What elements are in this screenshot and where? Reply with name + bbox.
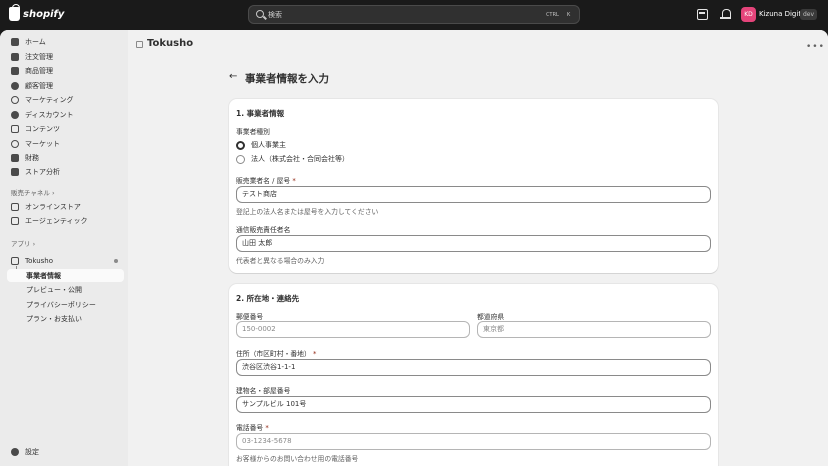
sidebar-item-label: オンラインストア <box>25 203 81 211</box>
manager-label: 通信販売責任者名 <box>236 226 291 234</box>
bank-icon <box>11 154 19 162</box>
business-type-label: 事業者種別 <box>236 128 270 136</box>
postal-input[interactable]: 150-0002 <box>236 321 470 338</box>
sidebar-item-analytics[interactable]: ストア分析 <box>7 165 124 179</box>
more-horizontal-icon[interactable]: ••• <box>806 42 825 52</box>
section-title: 1. 事業者情報 <box>236 109 285 118</box>
analytics-icon <box>11 168 19 176</box>
shopify-logo[interactable]: shopify <box>9 4 65 21</box>
gear-icon <box>11 448 19 456</box>
radio-unchecked-icon[interactable] <box>236 154 245 164</box>
sidebar-item-label: マーケット <box>25 140 60 148</box>
brand-name: shopify <box>23 8 65 20</box>
seller-name-help: 登記上の法人名または屋号を入力してください <box>236 208 379 216</box>
home-icon <box>11 38 19 46</box>
sidebar-item-label: コンテンツ <box>25 125 60 133</box>
sidebar-item-products[interactable]: 商品管理 <box>7 64 124 78</box>
app-header: Tokusho ••• <box>128 30 828 60</box>
page-title: 事業者情報を入力 <box>245 73 329 85</box>
app-title: Tokusho <box>147 38 194 49</box>
sidebar-item-label: 商品管理 <box>25 67 53 75</box>
sidebar-item-markets[interactable]: マーケット <box>7 137 124 151</box>
postal-label: 郵便番号 <box>236 313 264 321</box>
address-input[interactable]: 渋谷区渋谷1-1-1 <box>236 359 711 376</box>
building-label: 建物名・部屋番号 <box>236 387 291 395</box>
store-icon[interactable] <box>697 9 708 20</box>
sidebar-item-label: ストア分析 <box>25 168 60 176</box>
sidebar-item-marketing[interactable]: マーケティング <box>7 93 124 107</box>
globe-icon <box>11 140 19 148</box>
sidebar-item-finance[interactable]: 財務 <box>7 151 124 165</box>
content-icon <box>11 125 19 133</box>
person-icon <box>11 82 19 90</box>
apps-heading[interactable]: アプリ › <box>11 238 35 248</box>
sidebar-item-label: 顧客管理 <box>25 82 53 90</box>
chevron-right-icon: › <box>32 240 36 248</box>
sidebar-item-content[interactable]: コンテンツ <box>7 122 124 136</box>
sidebar-subitem-preview[interactable]: プレビュー・公開 <box>24 283 124 296</box>
radio-checked-icon[interactable] <box>236 140 245 150</box>
admin-frame: ホーム 注文管理 商品管理 顧客管理 マーケティング ディスカウント コンテンツ… <box>0 30 828 466</box>
top-bar: shopify 検索 CTRL K KD Kizuna Digital dev <box>0 0 828 30</box>
sidebar-item-app-tokusho[interactable]: Tokusho <box>7 254 124 268</box>
shopify-bag-icon <box>9 4 20 21</box>
sidebar-item-label: ディスカウント <box>25 111 74 119</box>
seller-name-input[interactable]: テスト商店 <box>236 186 711 203</box>
building-input[interactable]: サンプルビル 101号 <box>236 396 711 413</box>
sidebar-item-label: 注文管理 <box>25 53 53 61</box>
sales-channels-heading[interactable]: 販売チャネル › <box>11 187 55 197</box>
shortcut-k: K <box>567 12 571 18</box>
main-content: Tokusho ••• ← 事業者情報を入力 1. 事業者情報 事業者種別 個人… <box>128 30 828 466</box>
search-icon <box>256 10 264 18</box>
tag-icon <box>11 67 19 75</box>
radio-corporate[interactable]: 法人（株式会社・合同会社等） <box>236 154 349 164</box>
seller-name-label: 販売業者名 / 屋号 * <box>236 177 296 185</box>
orders-icon <box>11 53 19 61</box>
sidebar-item-label: エージェンティック <box>25 217 88 225</box>
sidebar-subitem-business-info[interactable]: 事業者情報 <box>7 269 124 282</box>
target-icon <box>11 96 19 104</box>
prefecture-input[interactable]: 東京都 <box>477 321 711 338</box>
sidebar-item-agentic[interactable]: エージェンティック <box>7 214 124 228</box>
manager-input[interactable]: 山田 太郎 <box>236 235 711 252</box>
sidebar-item-label: 設定 <box>25 448 39 456</box>
business-info-card: 1. 事業者情報 事業者種別 個人事業主 法人（株式会社・合同会社等） 販売業者… <box>229 99 718 273</box>
agent-icon <box>11 217 19 225</box>
sidebar-item-label: Tokusho <box>25 257 54 265</box>
sidebar-item-online-store[interactable]: オンラインストア <box>7 200 124 214</box>
back-arrow-icon[interactable]: ← <box>229 71 237 82</box>
sidebar-subitem-billing[interactable]: プラン・お支払い <box>24 312 124 325</box>
sidebar-item-settings[interactable]: 設定 <box>7 445 124 459</box>
phone-label: 電話番号 * <box>236 424 269 432</box>
search-placeholder: 検索 <box>268 11 282 19</box>
env-badge: dev <box>800 9 818 20</box>
store-icon <box>11 203 19 211</box>
sidebar-item-home[interactable]: ホーム <box>7 35 124 49</box>
sidebar-subitem-privacy[interactable]: プライバシーポリシー <box>24 298 124 311</box>
sidebar-item-customers[interactable]: 顧客管理 <box>7 79 124 93</box>
phone-help: お客様からのお問い合わせ用の電話番号 <box>236 455 359 463</box>
sidebar-item-discounts[interactable]: ディスカウント <box>7 108 124 122</box>
pin-icon <box>114 259 118 263</box>
app-icon <box>11 257 19 265</box>
address-label: 住所（市区町村・番地） * <box>236 350 317 358</box>
shortcut-ctrl: CTRL <box>546 12 560 18</box>
address-contact-card: 2. 所在地・連絡先 郵便番号 150-0002 都道府県 東京都 住所（市区町… <box>229 284 718 466</box>
sidebar-item-label: 財務 <box>25 154 39 162</box>
discount-icon <box>11 111 19 119</box>
bell-icon[interactable] <box>720 9 731 20</box>
radio-individual[interactable]: 個人事業主 <box>236 140 286 150</box>
sidebar-item-label: マーケティング <box>25 96 74 104</box>
avatar[interactable]: KD <box>741 7 756 22</box>
manager-help: 代表者と異なる場合のみ入力 <box>236 257 325 265</box>
section-title: 2. 所在地・連絡先 <box>236 294 300 303</box>
chevron-right-icon: › <box>52 189 55 197</box>
prefecture-label: 都道府県 <box>477 313 505 321</box>
phone-input[interactable]: 03-1234-5678 <box>236 433 711 450</box>
sidebar: ホーム 注文管理 商品管理 顧客管理 マーケティング ディスカウント コンテンツ… <box>0 30 128 466</box>
sidebar-item-orders[interactable]: 注文管理 <box>7 50 124 64</box>
app-icon <box>136 41 143 48</box>
sidebar-item-label: ホーム <box>25 38 46 46</box>
search-bar[interactable]: 検索 CTRL K <box>248 5 580 24</box>
